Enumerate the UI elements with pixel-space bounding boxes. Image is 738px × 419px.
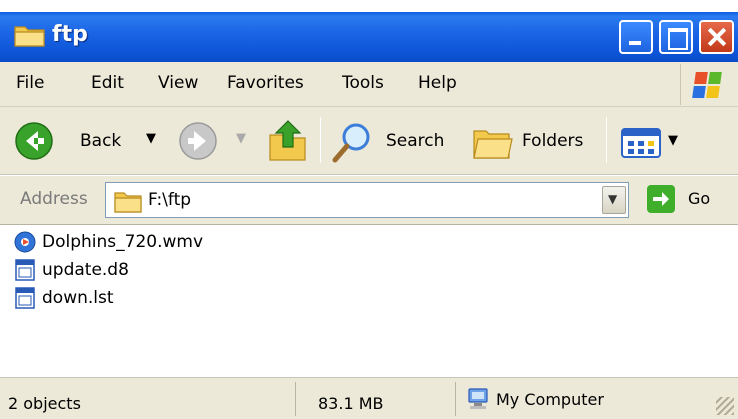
go-arrow-icon [653, 192, 669, 206]
chevron-down-icon: ▼ [608, 192, 618, 206]
address-bar: Address F:\ftp ▼ Go [0, 176, 738, 225]
close-button[interactable] [699, 20, 734, 54]
generic-file-icon [15, 259, 35, 281]
resize-grip[interactable] [716, 397, 734, 415]
go-label[interactable]: Go [688, 189, 710, 208]
toolbar-separator [606, 117, 607, 163]
menu-help[interactable]: Help [418, 73, 457, 93]
menu-tools[interactable]: Tools [342, 73, 384, 93]
menu-bar: File Edit View Favorites Tools Help [0, 62, 738, 107]
folder-icon [14, 26, 45, 47]
media-file-icon [14, 231, 36, 253]
menu-file[interactable]: File [16, 73, 44, 93]
menu-edit[interactable]: Edit [91, 73, 124, 93]
windows-logo-icon [680, 64, 734, 105]
folders-icon[interactable] [470, 119, 514, 163]
file-name: Dolphins_720.wmv [42, 232, 204, 252]
views-dropdown-icon[interactable]: ▼ [668, 133, 678, 148]
toolbar: Back ▼ ▼ Search Folders ▼ [0, 107, 738, 175]
status-objects-pane: 2 objects [0, 382, 296, 416]
minimize-button[interactable] [619, 20, 653, 54]
file-name: update.d8 [42, 260, 129, 280]
back-arrow-icon[interactable] [14, 121, 54, 161]
menu-view[interactable]: View [158, 73, 198, 93]
list-item[interactable]: down.lst [14, 284, 114, 312]
menu-favorites[interactable]: Favorites [227, 73, 304, 93]
top-strip [0, 0, 738, 12]
status-objects: 2 objects [8, 394, 81, 413]
up-folder-icon[interactable] [268, 117, 310, 163]
file-list: Dolphins_720.wmv update.d8 down.lst [0, 226, 738, 377]
my-computer-icon [468, 388, 488, 409]
title-bar[interactable]: ftp [0, 12, 738, 62]
forward-arrow-icon[interactable] [178, 121, 218, 161]
list-item[interactable]: Dolphins_720.wmv [14, 228, 203, 256]
search-label[interactable]: Search [386, 131, 444, 151]
forward-dropdown-icon[interactable]: ▼ [236, 131, 246, 146]
maximize-button[interactable] [659, 20, 693, 54]
search-icon[interactable] [330, 119, 374, 165]
toolbar-separator [320, 117, 321, 163]
address-input[interactable]: F:\ftp ▼ [105, 182, 629, 218]
status-bar: 2 objects 83.1 MB My Computer [0, 377, 738, 419]
status-location: My Computer [496, 390, 604, 409]
back-label[interactable]: Back [80, 131, 121, 151]
address-dropdown-button[interactable]: ▼ [602, 186, 626, 214]
address-value: F:\ftp [148, 190, 192, 210]
folder-icon [114, 192, 142, 213]
status-size-pane: 83.1 MB [296, 382, 456, 416]
go-button[interactable] [647, 185, 675, 213]
window-title: ftp [52, 22, 88, 47]
address-label: Address [20, 189, 88, 209]
file-name: down.lst [42, 288, 114, 308]
status-size: 83.1 MB [318, 394, 384, 413]
views-icon[interactable] [620, 127, 662, 159]
folders-label[interactable]: Folders [522, 131, 583, 151]
back-dropdown-icon[interactable]: ▼ [146, 131, 156, 146]
list-item[interactable]: update.d8 [14, 256, 129, 284]
generic-file-icon [15, 287, 35, 309]
